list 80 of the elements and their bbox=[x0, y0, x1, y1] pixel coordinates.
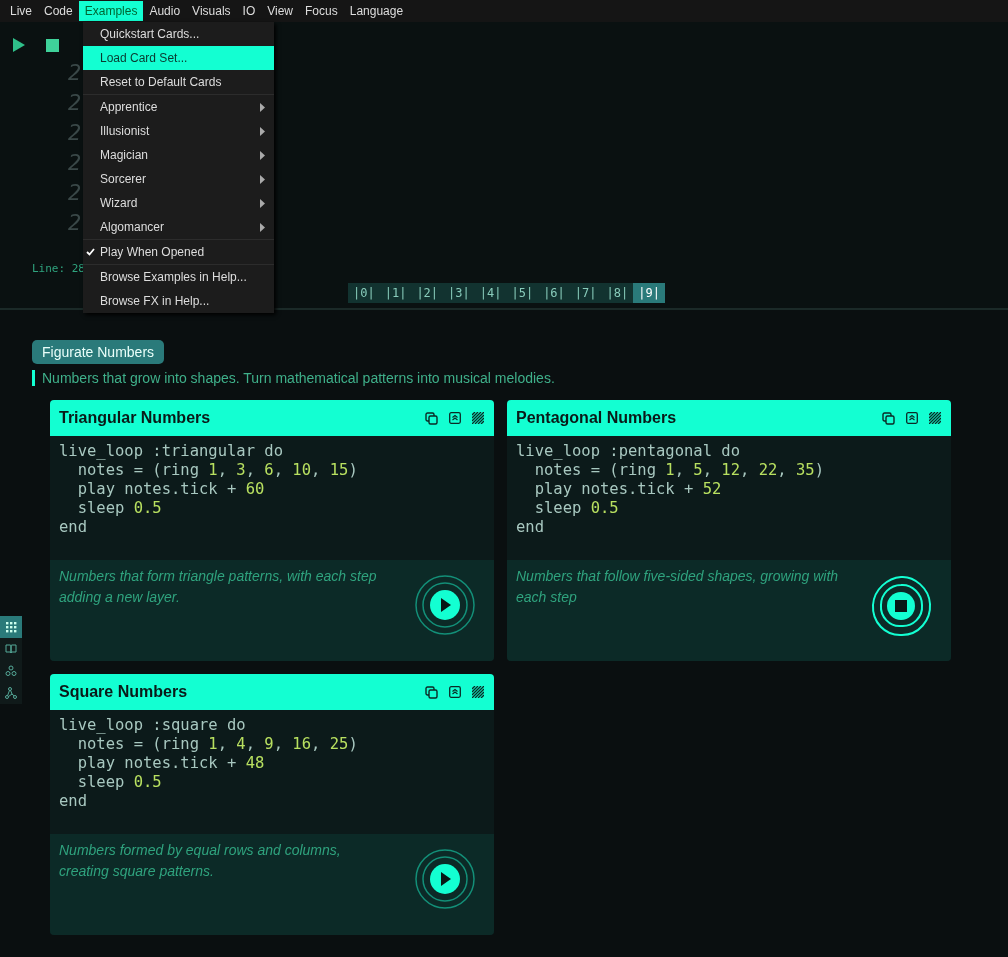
copy-icon[interactable] bbox=[425, 685, 438, 699]
book-icon bbox=[5, 644, 17, 654]
menu-item[interactable]: Apprentice bbox=[83, 95, 274, 119]
code-line: play notes.tick + 48 bbox=[76, 754, 266, 773]
code-line: live_loop :pentagonal do bbox=[516, 442, 741, 461]
copy-icon[interactable] bbox=[425, 411, 438, 425]
section-description: Numbers that grow into shapes. Turn mathematical patterns into musical melodies. bbox=[32, 370, 951, 386]
side-tab[interactable] bbox=[0, 616, 22, 638]
menu-item[interactable]: Browse FX in Help... bbox=[83, 289, 274, 313]
submenu-arrow-icon bbox=[260, 126, 265, 136]
menu-title[interactable]: IO bbox=[236, 1, 262, 21]
buffer-tab[interactable]: |8| bbox=[601, 283, 634, 303]
menu-title[interactable]: View bbox=[261, 1, 300, 21]
card-description: Numbers that form triangle patterns, with each step adding a new layer. bbox=[59, 567, 378, 607]
nodes-icon bbox=[5, 665, 17, 677]
submenu-arrow-icon bbox=[260, 174, 265, 184]
menu-title[interactable]: Code bbox=[38, 1, 79, 21]
card-description: Numbers that follow five-sided shapes, growing with each step bbox=[516, 567, 840, 607]
menu-item[interactable]: Algomancer bbox=[83, 215, 274, 239]
submenu-arrow-icon bbox=[260, 222, 265, 232]
collapse-icon[interactable] bbox=[449, 412, 461, 424]
code-line: live_loop :square do bbox=[59, 716, 247, 735]
code-line: sleep 0.5 bbox=[533, 499, 620, 518]
menu-item[interactable]: Play When Opened bbox=[83, 240, 274, 264]
menu-title[interactable]: Focus bbox=[299, 1, 344, 21]
menu-title[interactable]: Audio bbox=[143, 1, 187, 21]
card-description: Numbers formed by equal rows and columns, creating square patterns. bbox=[59, 841, 342, 881]
menu-item[interactable]: Illusionist bbox=[83, 119, 274, 143]
code-line: notes = (ring 1, 4, 9, 16, 25) bbox=[76, 735, 359, 754]
submenu-arrow-icon bbox=[260, 150, 265, 160]
collapse-icon[interactable] bbox=[449, 686, 461, 698]
code-line: live_loop :triangular do bbox=[59, 442, 284, 461]
collapse-icon[interactable] bbox=[906, 412, 918, 424]
buffer-tab[interactable]: |9| bbox=[633, 283, 665, 303]
menu-item[interactable]: Browse Examples in Help... bbox=[83, 265, 274, 289]
play-button[interactable] bbox=[414, 848, 476, 910]
menu-title[interactable]: Live bbox=[4, 1, 38, 21]
buffer-tab[interactable]: |1| bbox=[379, 283, 412, 303]
buffer-tab[interactable]: |4| bbox=[474, 283, 507, 303]
buffer-tab[interactable]: |7| bbox=[569, 283, 602, 303]
play-icon[interactable] bbox=[12, 38, 26, 52]
section-title: Figurate Numbers bbox=[32, 340, 165, 364]
menu-item[interactable]: Quickstart Cards... bbox=[83, 22, 274, 46]
buffer-tab[interactable]: |6| bbox=[538, 283, 570, 303]
code-line: play notes.tick + 60 bbox=[76, 480, 266, 499]
buffer-tab[interactable]: |5| bbox=[506, 283, 539, 303]
check-icon bbox=[86, 248, 95, 256]
menu-title[interactable]: Visuals bbox=[186, 1, 237, 21]
code-line: sleep 0.5 bbox=[76, 773, 163, 792]
menu-item[interactable]: Reset to Default Cards bbox=[83, 70, 274, 94]
code-line: play notes.tick + 52 bbox=[533, 480, 723, 499]
graph-icon bbox=[5, 687, 17, 699]
hatch-icon[interactable] bbox=[472, 412, 484, 424]
submenu-arrow-icon bbox=[260, 102, 265, 112]
menu-item[interactable]: Wizard bbox=[83, 191, 274, 215]
grid-icon bbox=[5, 621, 17, 633]
menu-title[interactable]: Examples bbox=[78, 1, 144, 21]
code-line: end bbox=[516, 518, 545, 537]
code-line: end bbox=[59, 518, 88, 537]
code-line: sleep 0.5 bbox=[76, 499, 163, 518]
menu-item[interactable]: Magician bbox=[83, 143, 274, 167]
card-title: Square Numbers bbox=[59, 683, 189, 701]
submenu-arrow-icon bbox=[260, 198, 265, 208]
buffer-tab[interactable]: |0| bbox=[348, 283, 380, 303]
code-line: end bbox=[59, 792, 88, 811]
stop-button[interactable] bbox=[869, 574, 933, 638]
buffer-tab[interactable]: |2| bbox=[411, 283, 444, 303]
menu-title[interactable]: Language bbox=[343, 1, 410, 21]
card-title: Pentagonal Numbers bbox=[516, 409, 678, 427]
card-title: Triangular Numbers bbox=[59, 409, 212, 427]
code-line: notes = (ring 1, 3, 6, 10, 15) bbox=[76, 461, 359, 480]
hatch-icon[interactable] bbox=[472, 686, 484, 698]
play-button[interactable] bbox=[414, 574, 476, 636]
copy-icon[interactable] bbox=[882, 411, 895, 425]
hatch-icon[interactable] bbox=[929, 412, 941, 424]
menu-item[interactable]: Sorcerer bbox=[83, 167, 274, 191]
code-line: notes = (ring 1, 5, 12, 22, 35) bbox=[533, 461, 826, 480]
menu-item[interactable]: Load Card Set... bbox=[83, 46, 274, 70]
stop-icon[interactable] bbox=[46, 38, 59, 52]
buffer-tab[interactable]: |3| bbox=[443, 283, 475, 303]
